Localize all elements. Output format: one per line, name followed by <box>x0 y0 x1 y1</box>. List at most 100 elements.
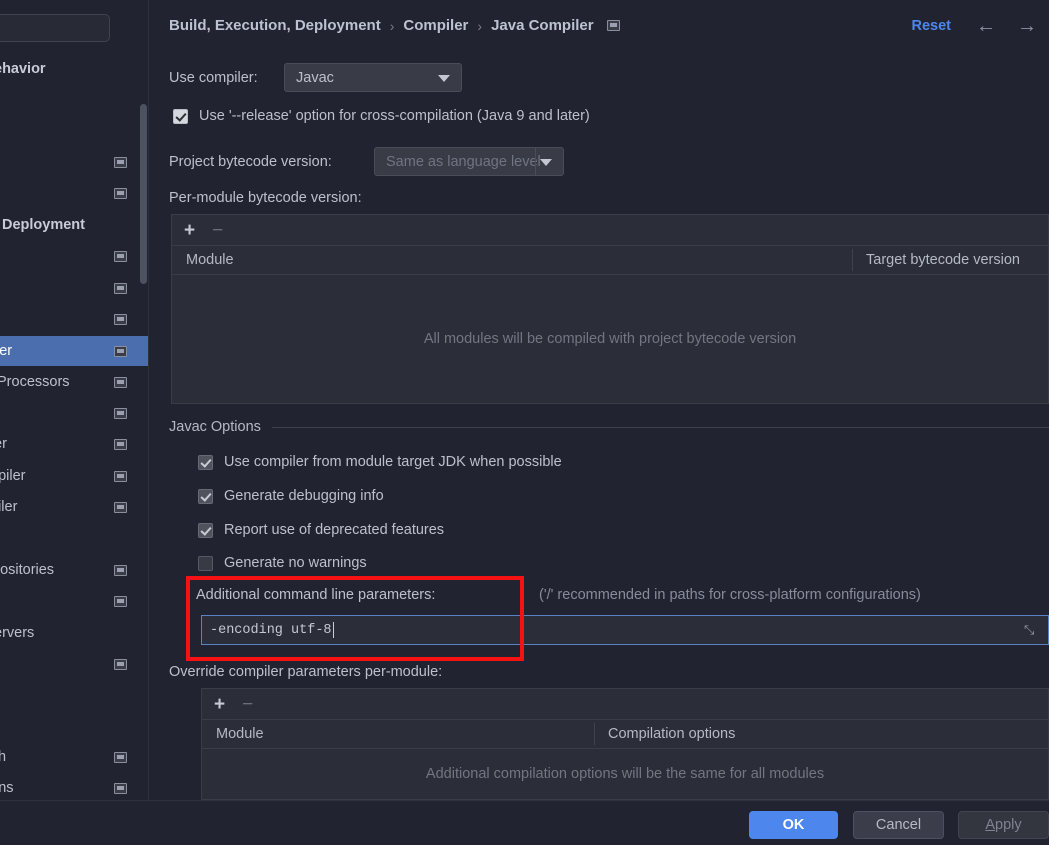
column-header-target-bytecode[interactable]: Target bytecode version <box>852 246 1048 274</box>
add-override-button[interactable]: + <box>214 695 225 714</box>
column-header-module[interactable]: Module <box>172 246 852 274</box>
project-scope-icon <box>114 188 127 199</box>
use-compiler-dropdown[interactable]: Javac <box>284 63 462 92</box>
sidebar-item-13[interactable]: mpiler <box>0 461 149 491</box>
javac-option-checkbox-0[interactable] <box>198 454 213 470</box>
sidebar-item-5[interactable]: Deployment <box>0 210 149 240</box>
project-scope-icon <box>114 377 127 388</box>
bytecode-table-header: Module Target bytecode version <box>172 246 1048 275</box>
sidebar-item-19[interactable] <box>0 649 149 679</box>
project-scope-icon <box>114 471 127 482</box>
project-bytecode-label: Project bytecode version: <box>169 154 332 170</box>
sidebar-item-23[interactable]: ins <box>0 773 149 800</box>
javac-option-row-1[interactable]: Generate debugging info <box>198 488 384 504</box>
chevron-down-icon <box>438 74 450 82</box>
project-scope-icon <box>114 752 127 763</box>
project-scope-icon <box>114 502 127 513</box>
add-module-button[interactable]: + <box>184 221 195 240</box>
path-hint-label: ('/' recommended in paths for cross-plat… <box>539 587 921 603</box>
bytecode-table-empty-message: All modules will be compiled with projec… <box>423 330 797 347</box>
javac-option-label: Generate debugging info <box>224 488 384 504</box>
override-params-label: Override compiler parameters per-module: <box>169 664 443 680</box>
project-scope-icon <box>114 157 127 168</box>
breadcrumb-separator-icon: › <box>477 17 483 34</box>
sidebar-item-3[interactable] <box>0 147 149 177</box>
use-compiler-value: Javac <box>296 69 334 86</box>
sidebar-item-label: mpiler <box>0 468 26 484</box>
sidebar-search-input[interactable] <box>0 14 110 42</box>
project-scope-icon <box>114 659 127 670</box>
sidebar-item-15[interactable] <box>0 523 149 553</box>
breadcrumb: Build, Execution, Deployment › Compiler … <box>169 17 620 34</box>
sidebar-item-4[interactable] <box>0 178 149 208</box>
sidebar-item-18[interactable]: ervers <box>0 618 149 648</box>
sidebar-item-20[interactable] <box>0 680 149 710</box>
javac-option-row-2[interactable]: Report use of deprecated features <box>198 522 444 538</box>
project-scope-icon <box>114 346 127 357</box>
project-bytecode-dropdown[interactable]: Same as language level <box>374 147 564 176</box>
javac-option-row-0[interactable]: Use compiler from module target JDK when… <box>198 454 562 470</box>
apply-button[interactable]: Apply <box>958 811 1049 839</box>
sidebar-item-14[interactable]: piler <box>0 492 149 522</box>
column-header-module[interactable]: Module <box>202 720 594 748</box>
sidebar-item-1[interactable] <box>0 84 149 114</box>
sidebar-scrollbar-track[interactable] <box>140 52 148 792</box>
sidebar-item-label: Deployment <box>2 217 85 233</box>
expand-editor-icon[interactable]: ⤡ <box>1024 623 1038 637</box>
additional-params-input[interactable]: -encoding utf-8 ⤡ <box>201 615 1049 645</box>
javac-option-label: Generate no warnings <box>224 555 367 571</box>
sidebar-item-label: h <box>0 749 7 765</box>
bytecode-table-body: All modules will be compiled with projec… <box>172 275 1048 402</box>
remove-override-button[interactable]: − <box>242 695 253 714</box>
breadcrumb-item-java-compiler[interactable]: Java Compiler <box>491 17 594 34</box>
sidebar-item-0[interactable]: ehavior <box>0 54 149 84</box>
settings-sidebar: ehavior Deployment ler Processors er mpiler pi… <box>0 0 149 800</box>
text-caret <box>332 622 334 638</box>
column-divider[interactable] <box>594 723 595 745</box>
sidebar-item-17[interactable] <box>0 586 149 616</box>
remove-module-button[interactable]: − <box>212 221 223 240</box>
javac-option-checkbox-2[interactable] <box>198 522 213 538</box>
javac-options-group-title: Javac Options <box>169 419 270 435</box>
release-option-label: Use '--release' option for cross-compila… <box>199 108 590 124</box>
breadcrumb-item-compiler[interactable]: Compiler <box>403 17 468 34</box>
override-table-empty-message: Additional compilation options will be t… <box>425 765 825 782</box>
sidebar-item-11[interactable] <box>0 398 149 428</box>
dialog-button-bar: OK Cancel Apply <box>0 801 1049 845</box>
bytecode-table: + − Module Target bytecode version All m… <box>171 214 1049 404</box>
sidebar-item-label: ler <box>0 343 13 359</box>
navigate-back-arrow-icon[interactable]: ← <box>976 16 996 36</box>
additional-params-label: Additional command line parameters: <box>196 587 436 603</box>
navigate-forward-arrow-icon[interactable]: → <box>1017 16 1037 36</box>
column-divider[interactable] <box>852 249 853 271</box>
sidebar-item-10[interactable]: Processors <box>0 367 149 397</box>
sidebar-item-9[interactable]: ler <box>0 336 149 366</box>
ok-button[interactable]: OK <box>749 811 838 839</box>
javac-option-row-3[interactable]: Generate no warnings <box>198 555 367 571</box>
override-table-body: Additional compilation options will be t… <box>202 749 1048 798</box>
sidebar-item-12[interactable]: er <box>0 429 149 459</box>
javac-option-checkbox-1[interactable] <box>198 488 213 504</box>
chevron-down-icon <box>540 158 552 166</box>
sidebar-item-16[interactable]: positories <box>0 555 149 585</box>
sidebar-item-21[interactable] <box>0 711 149 741</box>
sidebar-item-8[interactable] <box>0 304 149 334</box>
project-scope-icon <box>114 251 127 262</box>
sidebar-item-6[interactable] <box>0 241 149 271</box>
reset-link[interactable]: Reset <box>912 18 952 34</box>
sidebar-scrollbar-thumb[interactable] <box>140 104 147 284</box>
release-option-checkbox[interactable] <box>173 108 188 124</box>
project-scope-icon <box>114 596 127 607</box>
release-option-row[interactable]: Use '--release' option for cross-compila… <box>173 108 590 124</box>
cancel-button[interactable]: Cancel <box>853 811 944 839</box>
sidebar-item-7[interactable] <box>0 273 149 303</box>
column-header-compilation-options[interactable]: Compilation options <box>594 720 1048 748</box>
settings-content-pane: Build, Execution, Deployment › Compiler … <box>149 0 1049 800</box>
javac-option-checkbox-3[interactable] <box>198 555 213 571</box>
settings-dialog: ehavior Deployment ler Processors er mpiler pi… <box>0 0 1049 845</box>
project-scope-icon <box>114 783 127 794</box>
sidebar-item-2[interactable] <box>0 114 149 144</box>
breadcrumb-item-root[interactable]: Build, Execution, Deployment <box>169 17 381 34</box>
sidebar-item-22[interactable]: h <box>0 742 149 772</box>
project-bytecode-value: Same as language level <box>386 153 541 170</box>
